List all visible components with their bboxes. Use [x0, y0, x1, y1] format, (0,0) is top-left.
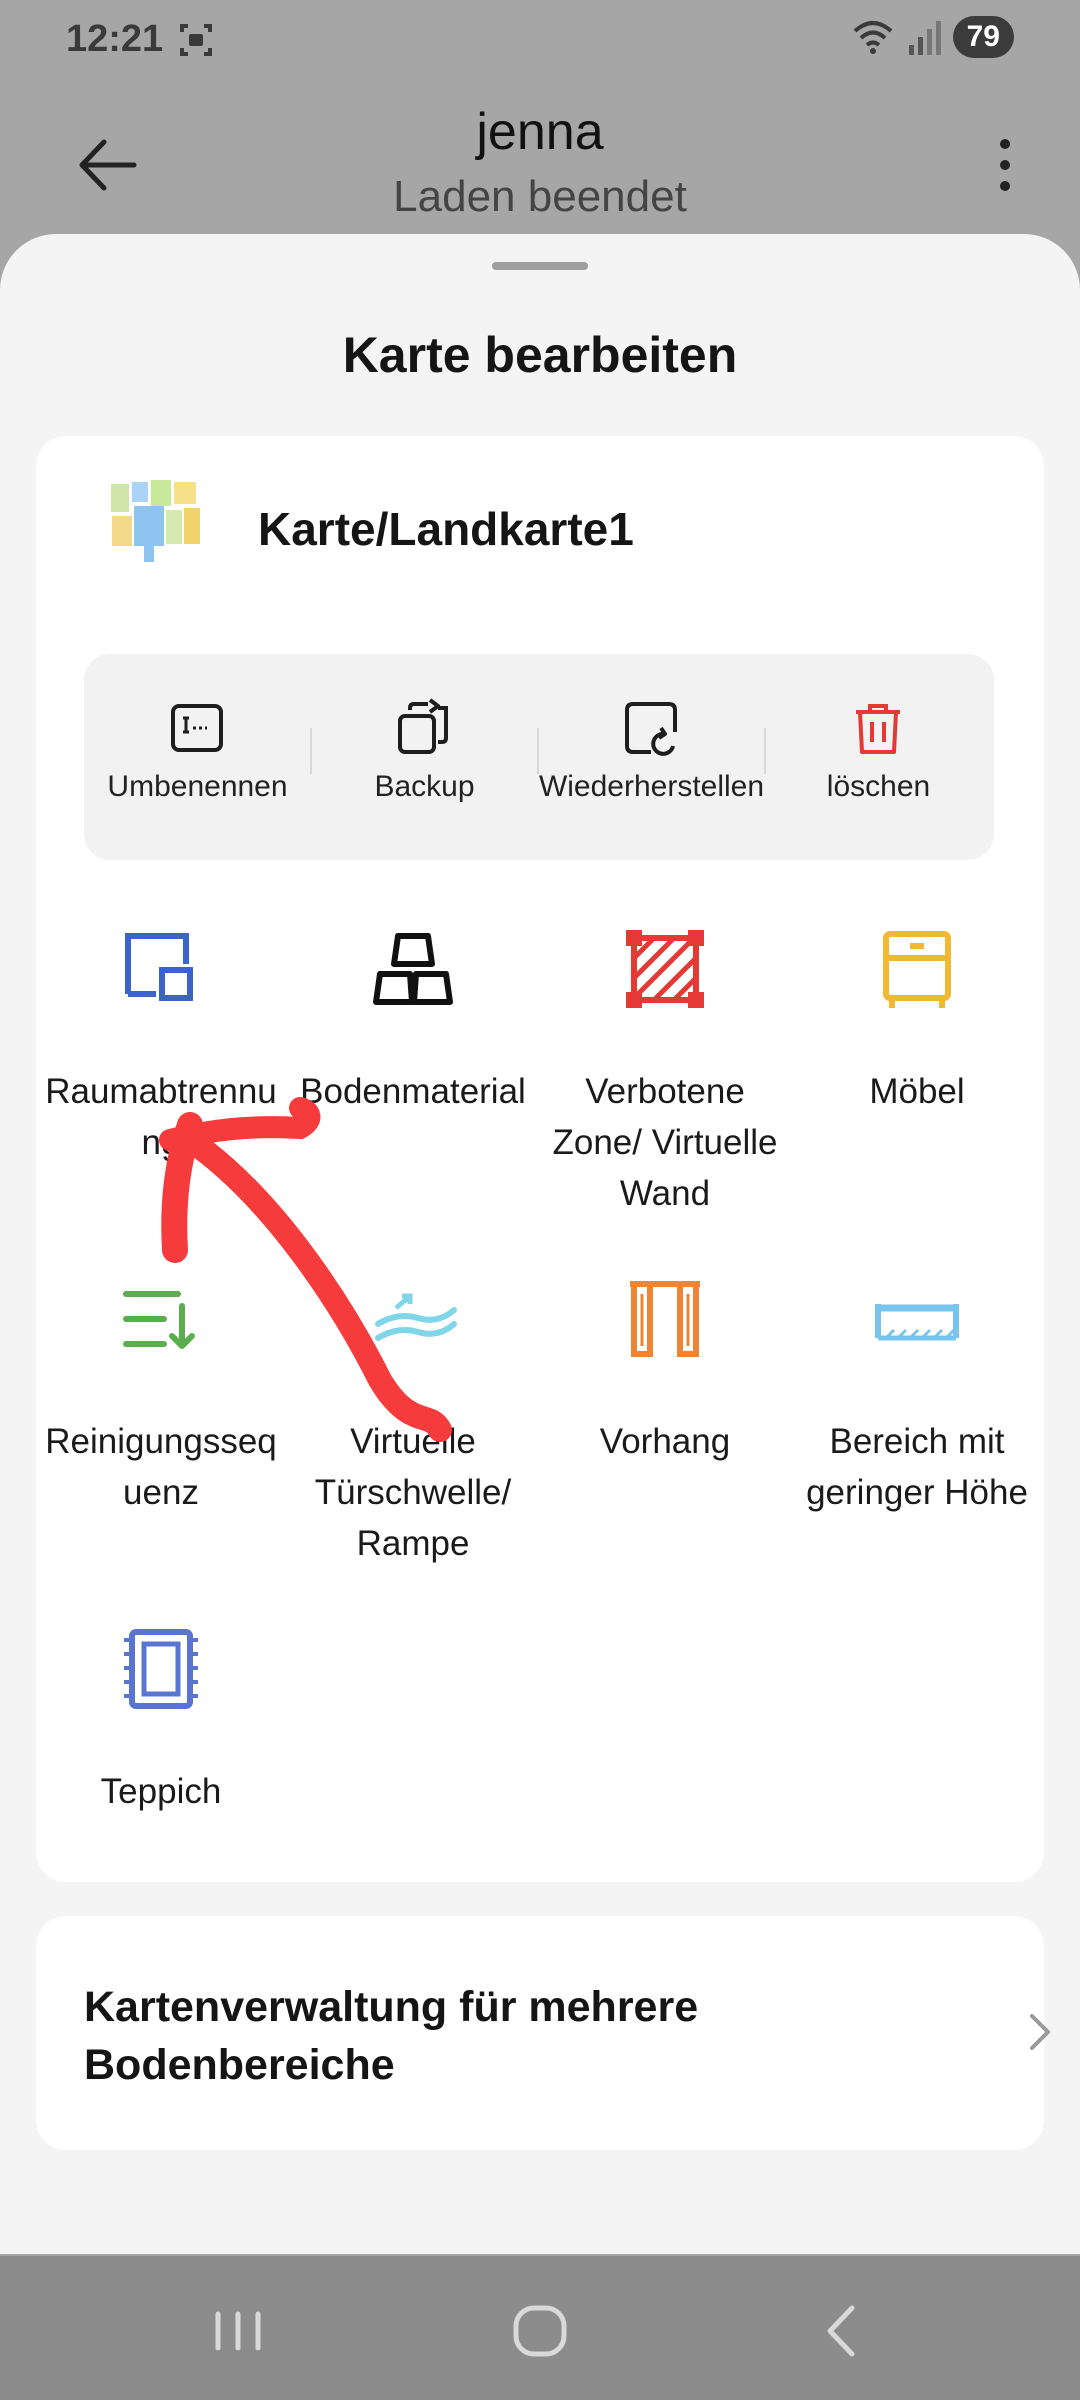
- home-icon[interactable]: [500, 2296, 580, 2366]
- edit-map-sheet: Karte bearbeiten Karte/Landkarte1 Umbene…: [0, 234, 1080, 2254]
- threshold-ramp-label: Virtuelle Türschwelle/ Rampe: [314, 1422, 512, 1563]
- chevron-right-icon: [1030, 2014, 1050, 2050]
- low-area-label: Bereich mit geringer Höhe: [806, 1422, 1028, 1512]
- room-divider-label: Raumabtrennu ng: [45, 1072, 277, 1162]
- rename-label: Umbenennen: [107, 770, 288, 803]
- sheet-drag-handle[interactable]: [492, 262, 588, 270]
- multi-floor-title: Kartenverwaltung für mehrere Bodenbereic…: [84, 1983, 699, 2089]
- backup-icon: [398, 698, 448, 754]
- curtain-icon: [630, 1281, 700, 1357]
- floor-material-icon: [373, 933, 453, 1005]
- furniture-label: Möbel: [869, 1072, 965, 1111]
- curtain-label: Vorhang: [599, 1422, 731, 1461]
- trash-icon: [856, 704, 900, 754]
- restore-button[interactable]: Wiederherstellen: [538, 654, 765, 860]
- map-thumbnail[interactable]: [106, 472, 206, 572]
- app-bar: jenna Laden beendet: [0, 90, 1080, 240]
- no-go-zone-label: Verbotene Zone/ Virtuelle Wand: [552, 1072, 778, 1213]
- delete-label: löschen: [826, 770, 931, 803]
- floor-material-tool[interactable]: Bodenmaterial: [288, 924, 538, 1117]
- map-actions-bar: Umbenennen Backup Wiederherstellen lösch…: [84, 654, 994, 860]
- floor-material-label: Bodenmaterial: [300, 1072, 526, 1111]
- status-time: 12:21: [66, 18, 164, 60]
- screenshot-icon: [180, 24, 212, 56]
- battery-indicator: 79: [952, 16, 1014, 58]
- curtain-tool[interactable]: Vorhang: [540, 1274, 790, 1467]
- delete-button[interactable]: löschen: [765, 654, 992, 860]
- nav-back-icon[interactable]: [802, 2296, 882, 2366]
- system-nav-bar: [0, 2256, 1080, 2400]
- room-divider-tool[interactable]: Raumabtrennu ng: [36, 924, 286, 1168]
- cleaning-sequence-tool[interactable]: Reinigungsseq uenz: [36, 1274, 286, 1518]
- map-edit-card: Karte/Landkarte1 Umbenennen Backup Wiede…: [36, 436, 1044, 1882]
- threshold-icon: [375, 1293, 457, 1341]
- multi-floor-map-management[interactable]: Kartenverwaltung für mehrere Bodenbereic…: [36, 1916, 1050, 2150]
- rename-button[interactable]: Umbenennen: [84, 654, 311, 860]
- sheet-title: Karte bearbeiten: [342, 327, 738, 383]
- carpet-label: Teppich: [100, 1772, 222, 1811]
- recent-apps-icon[interactable]: [198, 2296, 278, 2366]
- no-go-zone-icon: [626, 930, 704, 1008]
- device-name: jenna: [476, 103, 604, 161]
- device-status: Laden beendet: [393, 172, 687, 221]
- backup-button[interactable]: Backup: [311, 654, 538, 860]
- restore-icon: [625, 702, 677, 756]
- threshold-ramp-tool[interactable]: Virtuelle Türschwelle/ Rampe: [288, 1274, 538, 1569]
- more-options-icon[interactable]: [970, 130, 1040, 200]
- cleaning-sequence-icon: [123, 1291, 195, 1349]
- signal-icon: [908, 21, 941, 55]
- no-go-zone-tool[interactable]: Verbotene Zone/ Virtuelle Wand: [540, 924, 790, 1219]
- status-bar: 12:21 79: [0, 0, 1080, 80]
- carpet-tool[interactable]: Teppich: [36, 1624, 286, 1817]
- map-name: Karte/Landkarte1: [258, 503, 634, 555]
- carpet-icon: [124, 1629, 198, 1709]
- low-area-tool[interactable]: Bereich mit geringer Höhe: [792, 1274, 1042, 1518]
- cleaning-sequence-label: Reinigungsseq uenz: [45, 1422, 277, 1512]
- restore-label: Wiederherstellen: [538, 770, 765, 803]
- wifi-icon: [853, 21, 892, 54]
- furniture-tool[interactable]: Möbel: [792, 924, 1042, 1117]
- room-divider-icon: [125, 933, 193, 1001]
- backup-label: Backup: [374, 770, 475, 803]
- furniture-icon: [883, 931, 951, 1008]
- rename-icon: [171, 704, 223, 752]
- low-area-icon: [875, 1304, 959, 1341]
